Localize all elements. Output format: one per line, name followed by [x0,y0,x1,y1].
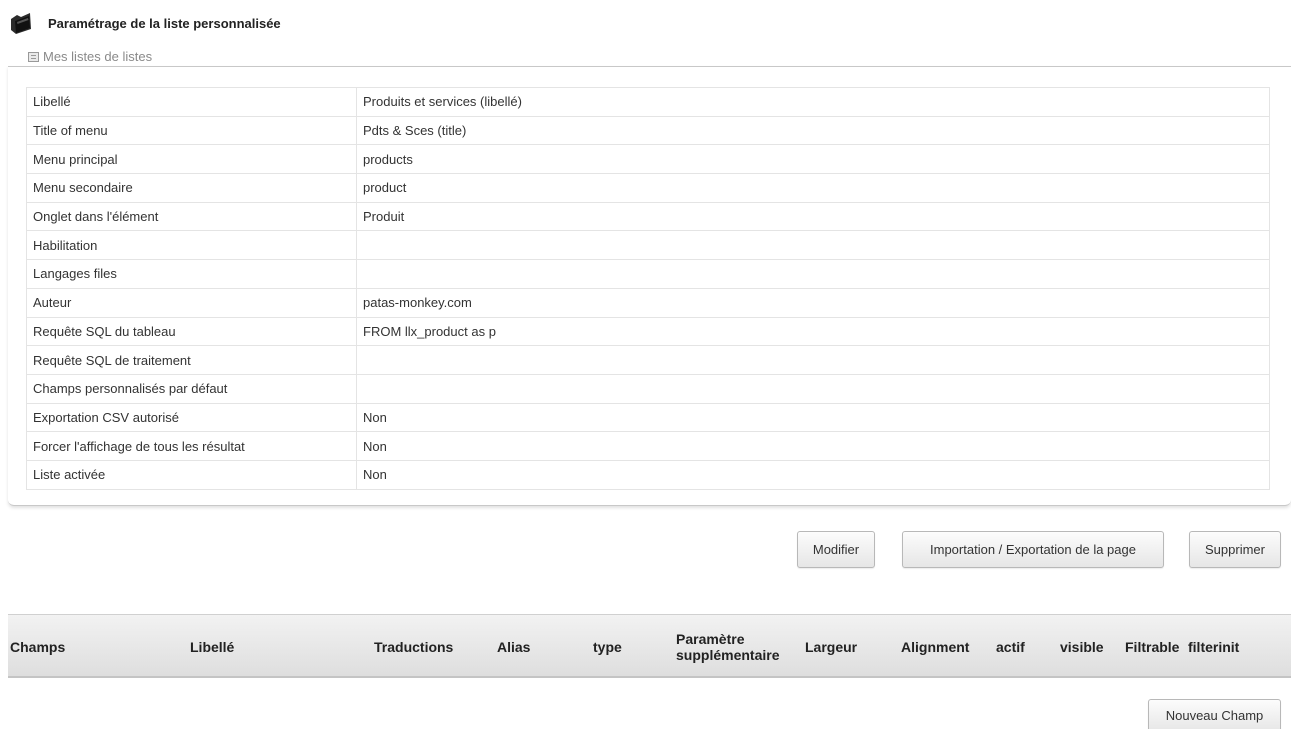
table-row: Menu secondaire product [26,173,1270,203]
row-value [356,345,1270,375]
row-value: Produit [356,201,1270,232]
column-header-type[interactable]: type [593,615,622,679]
table-row: Auteur patas-monkey.com [26,287,1270,318]
row-value: Non [356,431,1270,461]
modify-button[interactable]: Modifier [797,531,875,568]
table-row: Exportation CSV autorisé Non [26,402,1270,433]
table-row: Requête SQL du tableau FROM llx_product a… [26,316,1270,347]
list-icon [28,51,39,62]
breadcrumb-label[interactable]: Mes listes de listes [43,49,152,64]
table-row: Champs personnalisés par défaut [26,373,1270,404]
row-value [356,373,1270,404]
table-row: Menu principal products [26,144,1270,175]
import-export-button[interactable]: Importation / Exportation de la page [902,531,1164,568]
table-row: Langages files [26,259,1270,289]
fields-table-header: Champs Libellé Traductions Alias type Pa… [8,614,1291,678]
row-label: Requête SQL de traitement [26,345,357,375]
row-value: Non [356,459,1270,490]
table-row: Requête SQL de traitement [26,345,1270,375]
row-value: FROM llx_product as p [356,316,1270,347]
table-row: Onglet dans l'élément Produit [26,201,1270,232]
row-label: Exportation CSV autorisé [26,402,357,433]
row-label: Champs personnalisés par défaut [26,373,357,404]
row-value: Pdts & Sces (title) [356,115,1270,146]
table-row: Forcer l'affichage de tous les résultat N… [26,431,1270,461]
new-field-button[interactable]: Nouveau Champ [1148,699,1281,729]
column-header-libelle[interactable]: Libellé [190,615,234,679]
row-value: patas-monkey.com [356,287,1270,318]
list-settings-table: Libellé Produits et services (libellé) Ti… [26,87,1270,490]
row-value [356,230,1270,261]
column-header-alignment[interactable]: Alignment [901,615,969,679]
table-row: Habilitation [26,230,1270,261]
column-header-actif[interactable]: actif [996,615,1025,679]
delete-button[interactable]: Supprimer [1189,531,1281,568]
row-label: Requête SQL du tableau [26,316,357,347]
row-label: Menu principal [26,144,357,175]
column-header-alias[interactable]: Alias [497,615,530,679]
table-row: Liste activée Non [26,459,1270,490]
row-value: Produits et services (libellé) [356,87,1270,117]
list-settings-panel: Libellé Produits et services (libellé) Ti… [8,66,1291,506]
row-label: Onglet dans l'élément [26,201,357,232]
folder-icon [8,10,34,36]
row-label: Langages files [26,259,357,289]
row-label: Menu secondaire [26,173,357,203]
column-header-largeur[interactable]: Largeur [805,615,857,679]
column-header-filterinit[interactable]: filterinit [1188,615,1239,679]
row-label: Habilitation [26,230,357,261]
page-header: Paramétrage de la liste personnalisée [8,8,281,38]
row-label: Liste activée [26,459,357,490]
breadcrumb[interactable]: Mes listes de listes [28,49,152,64]
column-header-filtrable[interactable]: Filtrable [1125,615,1179,679]
column-header-champs[interactable]: Champs [10,615,65,679]
row-label: Title of menu [26,115,357,146]
row-value [356,259,1270,289]
row-label: Forcer l'affichage de tous les résultat [26,431,357,461]
action-bar: Modifier Importation / Exportation de la… [0,531,1291,569]
row-value: Non [356,402,1270,433]
row-value: product [356,173,1270,203]
row-label: Libellé [26,87,357,117]
row-label: Auteur [26,287,357,318]
row-value: products [356,144,1270,175]
table-row: Libellé Produits et services (libellé) [26,87,1270,117]
column-header-visible[interactable]: visible [1060,615,1104,679]
column-header-parametre[interactable]: Paramètre supplémentaire [676,615,806,679]
page-title: Paramétrage de la liste personnalisée [48,15,281,31]
column-header-traductions[interactable]: Traductions [374,615,453,679]
table-row: Title of menu Pdts & Sces (title) [26,115,1270,146]
